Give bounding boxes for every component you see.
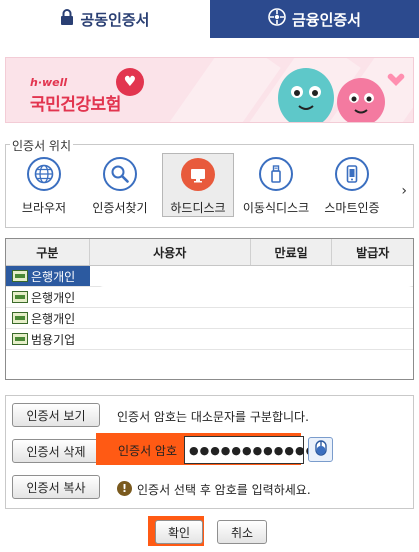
col-type[interactable]: 구분: [6, 239, 90, 265]
cert-type-tabs: 공동인증서 금융인증서: [0, 0, 419, 38]
location-hard-disk[interactable]: 하드디스크: [162, 153, 234, 217]
location-find-cert[interactable]: 인증서찾기: [84, 153, 156, 217]
usb-icon: [259, 157, 293, 191]
financial-cert-icon: [268, 8, 286, 30]
mouse-icon: [314, 440, 327, 459]
banner-brand-name: 국민건강보험: [30, 95, 121, 115]
cert-table: 구분 사용자 만료일 발급자 은행개인 은행개인 은행개인 범용기업: [5, 238, 414, 380]
globe-icon: [27, 157, 61, 191]
location-browser[interactable]: 브라우저: [8, 153, 80, 217]
phone-icon: [335, 157, 369, 191]
tab-financial-cert[interactable]: 금융인증서: [210, 0, 419, 38]
next-locations-arrow[interactable]: ›: [401, 183, 407, 199]
location-removable-disk[interactable]: 이동식디스크: [240, 153, 312, 217]
certificate-icon: [12, 312, 28, 324]
lock-icon: [60, 9, 74, 29]
case-sensitive-note: 인증서 암호는 대소문자를 구분합니다.: [117, 410, 309, 424]
mascot-illustration: [278, 68, 405, 122]
ok-button[interactable]: 확인: [155, 520, 203, 544]
row-type-label: 은행개인: [31, 311, 76, 326]
tab-financial-label: 금융인증서: [291, 10, 361, 29]
cert-table-header: 구분 사용자 만료일 발급자: [6, 239, 413, 266]
location-find-cert-label: 인증서찾기: [92, 201, 148, 215]
col-expiry[interactable]: 만료일: [251, 239, 333, 265]
certificate-icon: [12, 291, 28, 303]
view-cert-button[interactable]: 인증서 보기: [12, 403, 100, 427]
location-smart-auth-label: 스마트인증: [324, 201, 380, 215]
cert-action-panel: 인증서 보기 인증서 암호는 대소문자를 구분합니다. 인증서 삭제 인증서 암…: [5, 395, 414, 509]
cert-location-legend: 인증서 위치: [10, 137, 74, 154]
delete-cert-button[interactable]: 인증서 삭제: [12, 439, 100, 463]
password-value: ●●●●●●●●●●●●: [189, 443, 317, 457]
password-label: 인증서 암호: [118, 444, 178, 458]
row-type-label: 은행개인: [31, 290, 76, 305]
tab-public-cert[interactable]: 공동인증서: [0, 0, 210, 38]
certificate-icon: [12, 333, 28, 345]
banner-brand-small: h·well: [30, 76, 68, 89]
password-input[interactable]: ●●●●●●●●●●●●: [184, 436, 315, 464]
row-type-cell: 범용기업: [6, 329, 90, 349]
warning-icon: !: [117, 481, 132, 496]
table-row[interactable]: 은행개인: [6, 308, 413, 329]
search-icon: [103, 157, 137, 191]
location-removable-disk-label: 이동식디스크: [242, 201, 310, 215]
nhis-banner: h·well ♥ 국민건강보험: [5, 57, 414, 123]
tab-public-label: 공동인증서: [80, 10, 150, 29]
cert-location-group: 인증서 위치 브라우저 인증서찾기 하드디스크 이동식디스크 스마트인증 ›: [5, 137, 414, 228]
cancel-button[interactable]: 취소: [217, 520, 267, 544]
warning-text: 인증서 선택 후 암호를 입력하세요.: [137, 483, 311, 497]
certificate-icon: [12, 270, 28, 282]
table-row[interactable]: 범용기업: [6, 329, 413, 350]
row-type-label: 범용기업: [31, 332, 76, 347]
monitor-icon: [181, 158, 215, 191]
row-type-cell: 은행개인: [6, 266, 90, 286]
copy-cert-button[interactable]: 인증서 복사: [12, 475, 100, 499]
location-smart-auth[interactable]: 스마트인증: [316, 153, 388, 217]
row-type-cell: 은행개인: [6, 308, 90, 328]
table-row[interactable]: 은행개인: [6, 287, 413, 308]
virtual-keyboard-button[interactable]: [308, 437, 333, 462]
col-user[interactable]: 사용자: [90, 239, 251, 265]
row-type-label: 은행개인: [31, 269, 76, 284]
col-issuer[interactable]: 발급자: [332, 239, 413, 265]
redacted-row-details: [96, 266, 413, 287]
location-hard-disk-label: 하드디스크: [170, 201, 226, 215]
location-browser-label: 브라우저: [21, 201, 67, 215]
row-type-cell: 은행개인: [6, 287, 90, 307]
